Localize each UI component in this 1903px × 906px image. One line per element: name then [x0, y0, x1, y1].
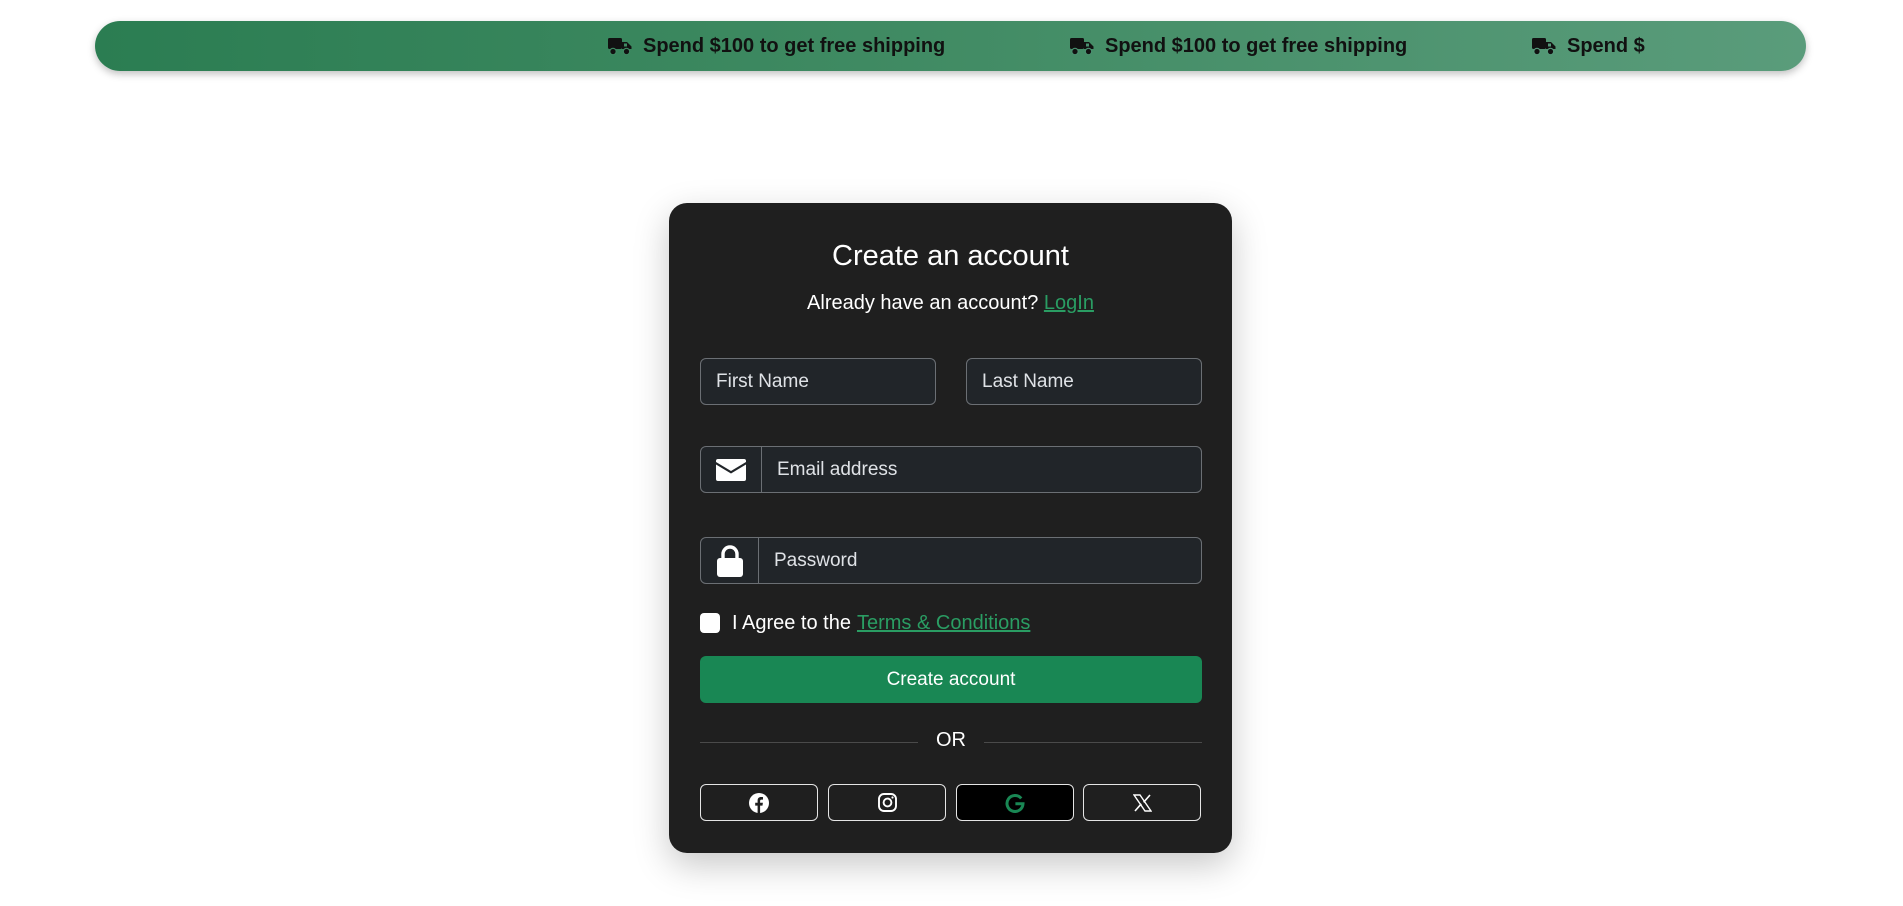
agree-text: I Agree to the [732, 611, 851, 634]
instagram-login-button[interactable] [828, 784, 946, 821]
last-name-input[interactable] [966, 358, 1202, 405]
email-addon [700, 446, 762, 493]
facebook-icon [749, 792, 769, 813]
promo-text: Spend $100 to get free shipping [1567, 34, 1645, 57]
promo-item: Spend $100 to get free shipping [608, 21, 945, 71]
email-input[interactable] [761, 446, 1202, 493]
promo-text: Spend $100 to get free shipping [643, 34, 946, 57]
facebook-login-button[interactable] [700, 784, 818, 821]
terms-link[interactable]: Terms & Conditions [857, 612, 1030, 635]
divider-text: OR [936, 729, 966, 751]
promo-banner: Spend $100 to get free shipping Spend $1… [95, 21, 1806, 71]
login-prompt-text: Already have an account? [807, 292, 1039, 314]
page-title: Create an account [832, 240, 1069, 272]
password-addon [700, 537, 759, 584]
terms-checkbox[interactable] [700, 613, 720, 633]
first-name-input[interactable] [700, 358, 936, 405]
google-login-button[interactable] [956, 784, 1074, 821]
terms-agreement: I Agree to the Terms & Conditions [700, 608, 1030, 638]
promo-item: Spend $100 to get free shipping [1070, 21, 1407, 71]
truck-icon [608, 38, 632, 56]
truck-icon [1070, 38, 1094, 56]
promo-marquee: Spend $100 to get free shipping Spend $1… [95, 21, 1806, 71]
truck-icon [1532, 38, 1556, 56]
google-icon [1005, 793, 1025, 813]
envelope-icon [716, 458, 746, 481]
divider-line [984, 742, 1202, 743]
create-account-button[interactable]: Create account [700, 656, 1202, 703]
divider-line [700, 742, 918, 743]
instagram-icon [877, 793, 897, 812]
signup-card: Create an account Already have an accoun… [669, 203, 1232, 853]
promo-text: Spend $100 to get free shipping [1105, 34, 1408, 57]
login-prompt: Already have an account? LogIn [669, 292, 1232, 315]
promo-item: Spend $100 to get free shipping [1532, 21, 1645, 71]
login-link[interactable]: LogIn [1044, 292, 1094, 314]
x-login-button[interactable] [1083, 784, 1201, 821]
x-icon [1132, 793, 1152, 812]
lock-icon [716, 544, 743, 577]
password-input[interactable] [758, 537, 1202, 584]
